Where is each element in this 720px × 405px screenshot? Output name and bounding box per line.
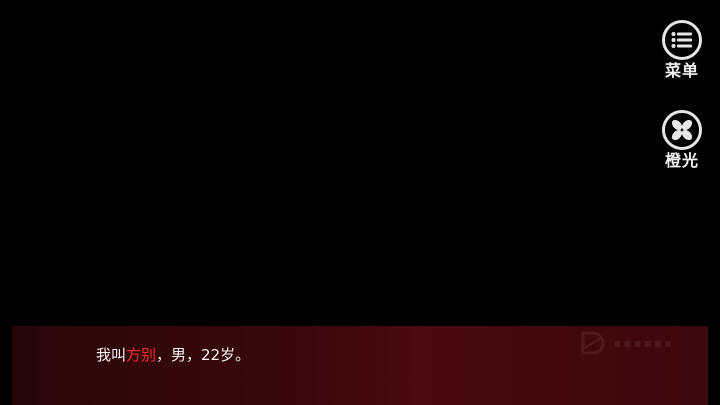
watermark-d-icon (580, 331, 605, 355)
dialog-text-highlight: 方别 (126, 346, 157, 364)
menu-icon (662, 20, 702, 60)
orange-light-logo-icon (662, 110, 702, 150)
menu-button[interactable]: 菜单 (658, 20, 706, 80)
dialog-text-before: 我叫 (96, 346, 127, 364)
orange-light-label: 橙光 (664, 151, 699, 170)
watermark-logo: ▪▪▪▪▪▪ (579, 330, 674, 356)
menu-label: 菜单 (664, 61, 699, 80)
watermark-dots: ▪▪▪▪▪▪ (613, 336, 674, 350)
dialog-text-after: ，男，22岁。 (156, 346, 251, 364)
dialog-text: 我叫方别，男，22岁。 (96, 345, 250, 365)
dialog-box[interactable]: ▪▪▪▪▪▪ 我叫方别，男，22岁。 (12, 326, 708, 405)
orange-light-button[interactable]: 橙光 (658, 110, 706, 170)
